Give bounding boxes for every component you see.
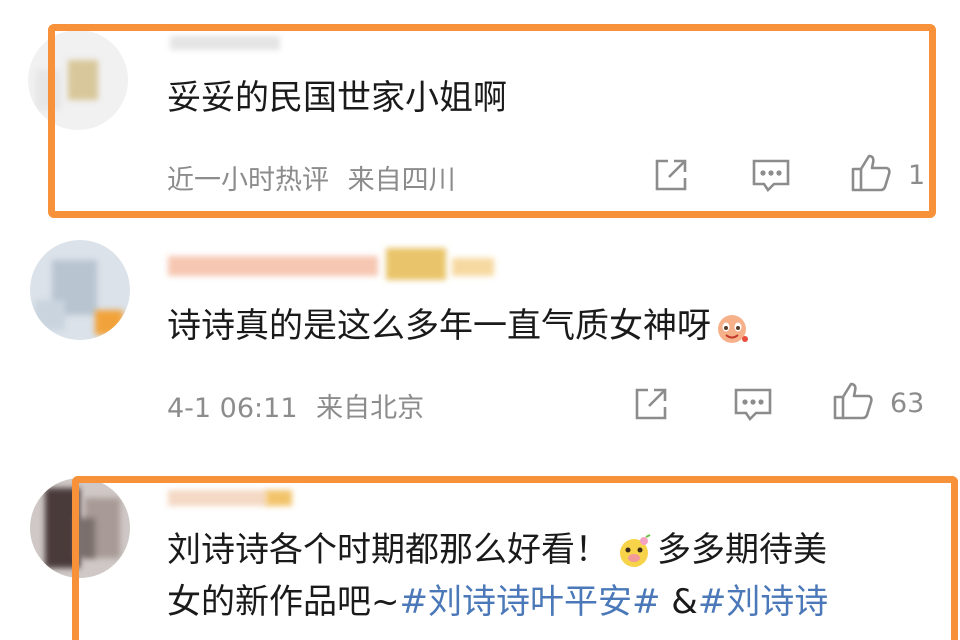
like-count: 63	[890, 388, 925, 419]
user-badge	[452, 258, 494, 276]
hashtag-link[interactable]: #刘诗诗	[698, 582, 829, 622]
comment-text-line2: 女的新作品吧~#刘诗诗叶平安# &#刘诗诗	[167, 582, 829, 622]
comment-location: 来自四川	[347, 165, 456, 196]
share-icon[interactable]	[628, 381, 674, 427]
comment-list: 妥妥的民国世家小姐啊 近一小时热评 来自四川 1 诗诗真的是这么多年一直气质女神…	[0, 0, 960, 640]
comment-meta: 近一小时热评 来自四川	[167, 158, 456, 197]
comment-location: 来自北京	[316, 393, 425, 424]
comment-time: 4-1 06:11	[167, 393, 298, 424]
avatar[interactable]	[30, 240, 130, 340]
user-badge	[386, 248, 446, 280]
comment-text: 诗诗真的是这么多年一直气质女神呀	[167, 304, 751, 348]
comment-text: 妥妥的民国世家小姐啊	[167, 78, 507, 118]
comment-icon[interactable]	[730, 381, 776, 427]
comment-meta: 4-1 06:11 来自北京	[167, 386, 424, 425]
username[interactable]	[170, 36, 280, 50]
smiling-face-emoji-icon	[713, 309, 751, 347]
hashtag-link[interactable]: #刘诗诗叶平安#	[400, 582, 661, 622]
username[interactable]	[168, 256, 378, 276]
avatar[interactable]	[28, 30, 128, 130]
avatar[interactable]	[30, 478, 130, 578]
like-count: 1	[908, 160, 926, 191]
like-icon[interactable]	[848, 150, 894, 196]
user-badge	[266, 490, 292, 506]
comment-time: 近一小时热评	[167, 165, 329, 196]
share-icon[interactable]	[648, 152, 694, 198]
pig-face-emoji-icon	[615, 533, 653, 571]
comment-text: 刘诗诗各个时期都那么好看！ 多多期待美	[167, 530, 827, 571]
like-icon[interactable]	[830, 378, 876, 424]
comment-icon[interactable]	[748, 152, 794, 198]
username[interactable]	[168, 490, 268, 506]
